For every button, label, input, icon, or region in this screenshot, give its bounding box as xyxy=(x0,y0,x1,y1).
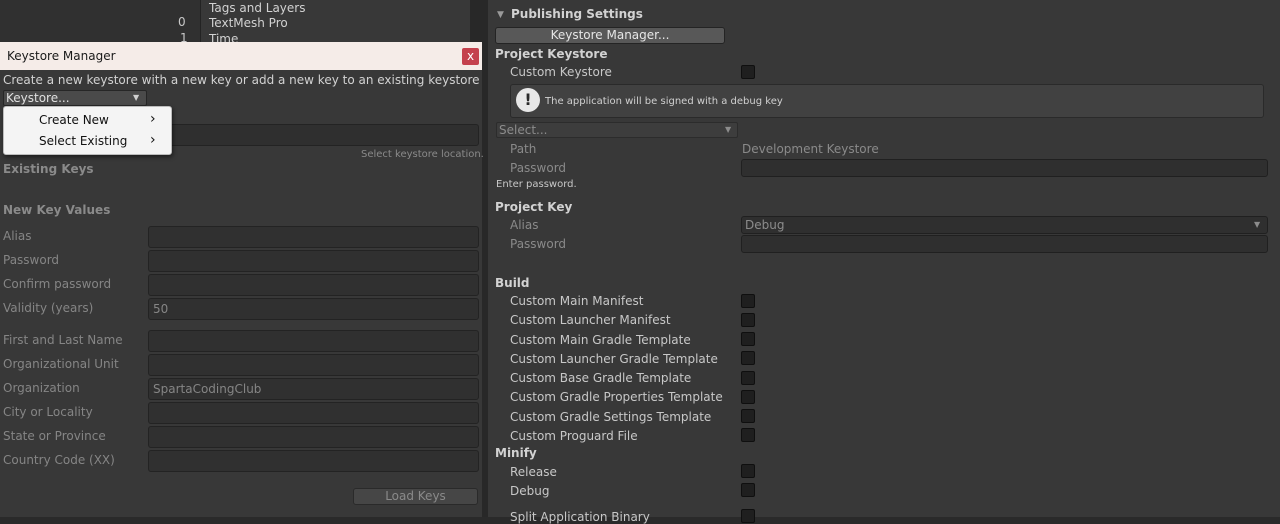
keystore-password-field[interactable] xyxy=(741,159,1268,177)
existing-keys-heading: Existing Keys xyxy=(3,162,94,176)
select-dropdown-value: Select... xyxy=(499,123,548,137)
password-hint: Enter password. xyxy=(496,179,577,190)
minify-heading: Minify xyxy=(495,446,537,460)
state-label: State or Province xyxy=(3,429,106,443)
confirm-password-label: Confirm password xyxy=(3,277,112,291)
settings-item-tags-and-layers[interactable]: Tags and Layers xyxy=(209,1,305,15)
instruction-text: Create a new keystore with a new key or … xyxy=(3,73,480,87)
build-option-checkbox[interactable] xyxy=(741,409,755,423)
minify-debug-checkbox[interactable] xyxy=(741,483,755,497)
build-option-label: Custom Main Manifest xyxy=(510,294,644,308)
state-input[interactable] xyxy=(148,426,479,448)
chevron-down-icon: ▼ xyxy=(725,125,732,134)
first-last-name-label: First and Last Name xyxy=(3,333,123,347)
key-password-field[interactable] xyxy=(741,235,1268,253)
path-value: Development Keystore xyxy=(742,142,879,156)
publishing-settings-inspector: ▼ Publishing Settings Keystore Manager..… xyxy=(488,0,1280,524)
split-binary-label: Split Application Binary xyxy=(510,510,650,524)
keystore-manager-button[interactable]: Keystore Manager... xyxy=(495,27,725,44)
password-input[interactable] xyxy=(148,250,479,272)
split-binary-checkbox[interactable] xyxy=(741,509,755,523)
country-code-input[interactable] xyxy=(148,450,479,472)
build-option-checkbox[interactable] xyxy=(741,428,755,442)
organization-input[interactable]: SpartaCodingClub xyxy=(148,378,479,400)
menu-item-label: Select Existing xyxy=(39,134,128,148)
city-label: City or Locality xyxy=(3,405,93,419)
path-label: Path xyxy=(510,142,537,156)
keystore-location-field[interactable] xyxy=(148,124,479,146)
key-password-label: Password xyxy=(510,237,567,251)
custom-keystore-label: Custom Keystore xyxy=(510,65,612,79)
first-last-name-input[interactable] xyxy=(148,330,479,352)
menu-item-create-new[interactable]: Create New › xyxy=(4,110,171,129)
chevron-down-icon: ▼ xyxy=(133,93,140,102)
build-option-label: Custom Gradle Properties Template xyxy=(510,390,723,404)
build-heading: Build xyxy=(495,276,530,290)
minify-release-checkbox[interactable] xyxy=(741,464,755,478)
build-option-checkbox[interactable] xyxy=(741,294,755,308)
build-option-label: Custom Proguard File xyxy=(510,429,638,443)
keystore-dropdown[interactable]: Keystore... ▼ xyxy=(3,90,147,106)
load-keys-button[interactable]: Load Keys xyxy=(353,488,478,505)
menu-item-select-existing[interactable]: Select Existing › xyxy=(4,131,171,150)
menu-item-label: Create New xyxy=(39,113,109,127)
project-keystore-heading: Project Keystore xyxy=(495,47,608,61)
submenu-arrow-icon: › xyxy=(150,111,156,127)
build-option-label: Custom Base Gradle Template xyxy=(510,371,692,385)
counter-value: 0 xyxy=(178,15,186,29)
validity-value: 50 xyxy=(153,302,169,316)
city-input[interactable] xyxy=(148,402,479,424)
location-hint: Select keystore location. xyxy=(361,149,484,160)
info-icon: ! xyxy=(516,88,540,112)
window-titlebar[interactable]: Keystore Manager x xyxy=(0,42,482,70)
alias-value: Debug xyxy=(745,218,785,232)
org-unit-label: Organizational Unit xyxy=(3,357,119,371)
minify-option-label: Release xyxy=(510,465,557,479)
validity-label: Validity (years) xyxy=(3,301,94,315)
submenu-arrow-icon: › xyxy=(150,132,156,148)
keystore-select-dropdown[interactable]: Select... ▼ xyxy=(496,122,738,138)
foldout-arrow-icon[interactable]: ▼ xyxy=(497,8,504,22)
keystore-popup-menu: Create New › Select Existing › xyxy=(3,106,172,155)
minify-option-label: Debug xyxy=(510,484,550,498)
custom-keystore-checkbox[interactable] xyxy=(741,65,755,79)
validity-input[interactable]: 50 xyxy=(148,298,479,320)
build-option-checkbox[interactable] xyxy=(741,332,755,346)
new-key-values-heading: New Key Values xyxy=(3,203,111,217)
alias-dropdown[interactable]: Debug ▼ xyxy=(741,216,1268,234)
build-option-checkbox[interactable] xyxy=(741,313,755,327)
keystore-password-label: Password xyxy=(510,161,567,175)
build-option-label: Custom Gradle Settings Template xyxy=(510,410,712,424)
chevron-down-icon: ▼ xyxy=(1254,220,1261,229)
build-option-label: Custom Launcher Manifest xyxy=(510,313,671,327)
alias-input[interactable] xyxy=(148,226,479,248)
organization-label: Organization xyxy=(3,381,80,395)
settings-item-textmesh-pro[interactable]: TextMesh Pro xyxy=(209,16,288,30)
keystore-dropdown-value: Keystore... xyxy=(6,91,70,105)
password-label: Password xyxy=(3,253,60,267)
org-unit-input[interactable] xyxy=(148,354,479,376)
alias-label: Alias xyxy=(510,218,539,232)
build-option-checkbox[interactable] xyxy=(741,390,755,404)
country-code-label: Country Code (XX) xyxy=(3,453,115,467)
section-title[interactable]: Publishing Settings xyxy=(511,7,643,21)
alias-label: Alias xyxy=(3,229,32,243)
project-key-heading: Project Key xyxy=(495,200,573,214)
window-title: Keystore Manager xyxy=(7,49,116,63)
build-option-label: Custom Main Gradle Template xyxy=(510,333,691,347)
confirm-password-input[interactable] xyxy=(148,274,479,296)
build-option-checkbox[interactable] xyxy=(741,371,755,385)
info-message: The application will be signed with a de… xyxy=(545,96,783,107)
organization-value: SpartaCodingClub xyxy=(153,382,262,396)
build-option-label: Custom Launcher Gradle Template xyxy=(510,352,718,366)
build-option-checkbox[interactable] xyxy=(741,351,755,365)
info-helpbox: ! The application will be signed with a … xyxy=(510,84,1264,118)
close-button[interactable]: x xyxy=(462,48,479,65)
